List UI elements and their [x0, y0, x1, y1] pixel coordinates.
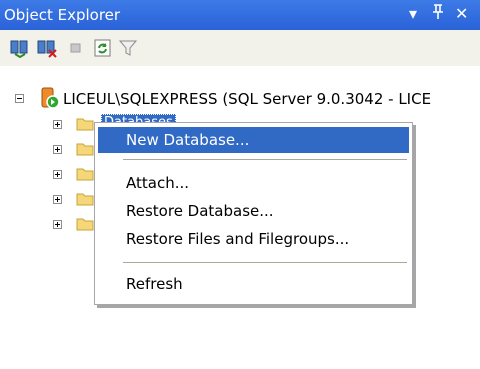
expand-toggle[interactable] — [53, 145, 62, 154]
expand-toggle[interactable] — [53, 195, 62, 204]
pin-icon[interactable] — [431, 4, 445, 25]
folder-icon — [76, 166, 94, 181]
folder-icon — [76, 116, 94, 131]
window-title: Object Explorer — [4, 6, 121, 24]
expand-toggle[interactable] — [53, 170, 62, 179]
object-explorer-toolbar — [0, 30, 480, 67]
menu-item-restore-files[interactable]: Restore Files and Filegroups... — [98, 226, 409, 252]
disconnect-icon[interactable] — [36, 38, 58, 58]
stop-icon[interactable] — [66, 38, 88, 58]
context-menu: New Database... Attach... Restore Databa… — [94, 122, 413, 305]
menu-separator — [123, 262, 407, 263]
server-node-label[interactable]: LICEUL\SQLEXPRESS (SQL Server 9.0.3042 -… — [63, 90, 431, 108]
dropdown-arrow-icon[interactable]: ▾ — [409, 4, 417, 24]
menu-item-attach[interactable]: Attach... — [98, 170, 409, 196]
folder-icon — [76, 141, 94, 156]
close-icon[interactable]: ✕ — [455, 4, 468, 24]
object-explorer-titlebar: Object Explorer ▾ ✕ — [0, 0, 480, 30]
connect-icon[interactable] — [9, 38, 31, 59]
folder-icon — [76, 216, 94, 231]
server-icon — [38, 87, 60, 109]
expand-toggle[interactable] — [53, 220, 62, 229]
menu-item-refresh[interactable]: Refresh — [98, 271, 409, 297]
expand-toggle[interactable] — [53, 120, 62, 129]
collapse-server-toggle[interactable] — [15, 94, 24, 103]
filter-icon[interactable] — [118, 38, 140, 58]
refresh-icon[interactable] — [92, 38, 114, 58]
folder-icon — [76, 191, 94, 206]
menu-item-restore-database[interactable]: Restore Database... — [98, 198, 409, 224]
menu-item-new-database[interactable]: New Database... — [98, 127, 409, 153]
menu-separator — [123, 159, 407, 160]
